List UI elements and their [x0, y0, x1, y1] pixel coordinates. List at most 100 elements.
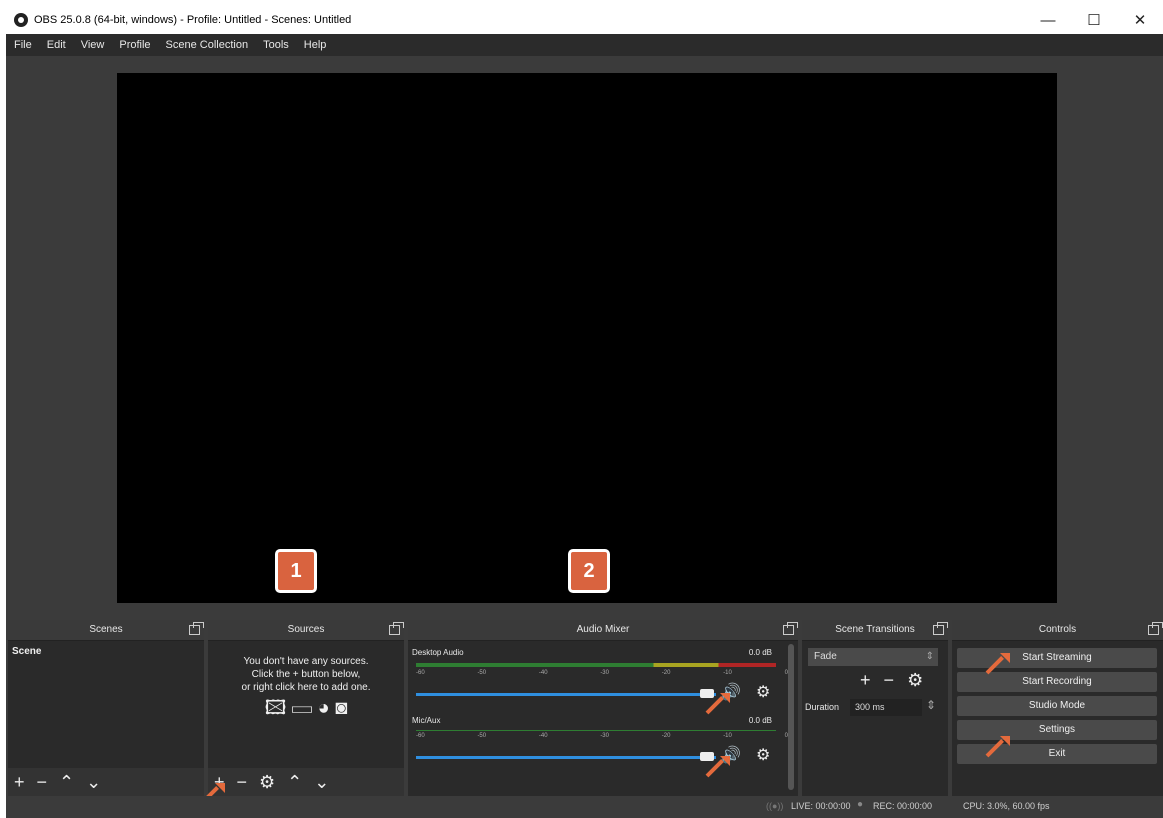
scenes-header: Scenes: [8, 620, 204, 641]
transition-select-value: Fade: [814, 651, 837, 662]
empty-line-3: or right click here to add one.: [241, 682, 371, 693]
menu-file[interactable]: File: [14, 39, 32, 51]
annotation-arrow: [705, 692, 731, 718]
title-bar: OBS 25.0.8 (64-bit, windows) - Profile: …: [6, 6, 1163, 34]
undock-icon[interactable]: [189, 622, 204, 635]
gear-icon[interactable]: ⚙: [259, 772, 275, 793]
remove-source-icon[interactable]: −: [237, 772, 248, 793]
tick-label: -40: [538, 733, 548, 739]
duration-input[interactable]: 300 ms: [850, 699, 922, 716]
gear-icon[interactable]: ⚙: [756, 682, 770, 702]
undock-icon[interactable]: [933, 622, 948, 635]
channel-name: Mic/Aux: [412, 716, 441, 725]
volume-meter: [416, 663, 776, 667]
remove-scene-icon[interactable]: −: [37, 772, 48, 793]
annotation-arrow: [985, 735, 1011, 761]
camera-icon: ◙: [335, 697, 348, 719]
controls-header: Controls: [952, 620, 1163, 641]
remove-transition-icon[interactable]: −: [884, 670, 895, 690]
move-up-icon[interactable]: ⌃: [287, 772, 302, 793]
tick-label: -30: [600, 670, 609, 676]
move-down-icon[interactable]: ⌄: [314, 772, 329, 793]
close-button[interactable]: ✕: [1117, 11, 1163, 29]
tick-label: -50: [477, 670, 487, 676]
scenes-toolbar: + − ⌃ ⌄: [8, 768, 204, 796]
volume-slider[interactable]: [416, 693, 716, 696]
mixer-header: Audio Mixer: [408, 620, 798, 641]
tick-label: -20: [661, 670, 671, 676]
tick-label: -30: [600, 733, 609, 739]
source-type-icons: 🖾 ▭ ◕ ◙: [208, 698, 404, 718]
tick-label: -10: [723, 733, 732, 739]
tick-label: -20: [661, 733, 671, 739]
menu-scene-collection[interactable]: Scene Collection: [166, 39, 249, 51]
sources-header: Sources: [208, 620, 404, 641]
live-timer: LIVE: 00:00:00: [791, 801, 851, 811]
tick-label: -60: [416, 670, 425, 676]
callout-2: 2: [568, 549, 610, 593]
menu-bar: File Edit View Profile Scene Collection …: [6, 34, 1163, 56]
minimize-button[interactable]: —: [1025, 12, 1071, 29]
menu-view[interactable]: View: [81, 39, 105, 51]
image-icon: 🖾: [264, 697, 287, 719]
tick-label: -50: [477, 733, 487, 739]
record-dot-icon: ●: [857, 799, 864, 810]
tick-label: -40: [538, 670, 548, 676]
menu-help[interactable]: Help: [304, 39, 327, 51]
transitions-title: Scene Transitions: [835, 624, 915, 635]
maximize-button[interactable]: ☐: [1071, 11, 1117, 29]
volume-meter: [416, 730, 776, 731]
rec-timer: REC: 00:00:00: [873, 801, 933, 811]
preview-canvas[interactable]: [117, 73, 1057, 603]
tick-label: -10: [723, 670, 732, 676]
undock-icon[interactable]: [1148, 622, 1163, 635]
empty-line-1: You don't have any sources.: [243, 656, 369, 667]
scene-list-item[interactable]: Scene: [8, 641, 204, 662]
channel-db: 0.0 dB: [748, 648, 772, 657]
annotation-arrow: [705, 755, 731, 781]
move-down-icon[interactable]: ⌄: [86, 772, 101, 793]
channel-db: 0.0 dB: [748, 716, 772, 725]
audio-mixer-dock: Audio Mixer Desktop Audio 0.0 dB -60 -50…: [408, 620, 798, 796]
menu-profile[interactable]: Profile: [119, 39, 150, 51]
scene-transitions-dock: Scene Transitions Fade ⇕ + − ⚙ Duration …: [802, 620, 948, 796]
globe-icon: ◕: [317, 697, 330, 719]
sources-empty-message[interactable]: You don't have any sources. Click the + …: [208, 655, 404, 718]
duration-label: Duration: [805, 702, 840, 712]
annotation-arrow: [985, 652, 1011, 678]
display-icon: ▭: [292, 697, 312, 719]
sources-dock: Sources You don't have any sources. Clic…: [208, 620, 404, 796]
sources-toolbar: + − ⚙ ⌃ ⌄: [208, 768, 404, 796]
sources-title: Sources: [287, 624, 325, 635]
meter-ticks: -60 -50 -40 -30 -20 -10 0: [416, 733, 788, 741]
transition-select[interactable]: Fade ⇕: [808, 648, 938, 666]
undock-icon[interactable]: [783, 622, 798, 635]
channel-name: Desktop Audio: [412, 648, 464, 657]
controls-title: Controls: [1038, 624, 1077, 635]
obs-logo-icon: [14, 13, 28, 27]
window-title: OBS 25.0.8 (64-bit, windows) - Profile: …: [34, 14, 352, 26]
menu-edit[interactable]: Edit: [47, 39, 66, 51]
controls-dock: Controls Start Streaming Start Recording…: [952, 620, 1163, 796]
callout-1: 1: [275, 549, 317, 593]
spinner-icon[interactable]: ⇕: [926, 698, 936, 712]
scenes-dock: Scenes Scene + − ⌃ ⌄: [8, 620, 204, 796]
gear-icon[interactable]: ⚙: [907, 670, 923, 690]
cpu-fps: CPU: 3.0%, 60.00 fps: [963, 801, 1050, 811]
transitions-header: Scene Transitions: [802, 620, 948, 641]
studio-mode-button[interactable]: Studio Mode: [957, 696, 1157, 716]
move-up-icon[interactable]: ⌃: [59, 772, 74, 793]
meter-ticks: -60 -50 -40 -30 -20 -10 0: [416, 670, 788, 678]
undock-icon[interactable]: [389, 622, 404, 635]
mixer-scrollbar[interactable]: [788, 644, 794, 790]
volume-slider[interactable]: [416, 756, 716, 759]
add-transition-icon[interactable]: +: [860, 670, 871, 690]
status-bar: ((●)) LIVE: 00:00:00 ● REC: 00:00:00 CPU…: [6, 796, 1163, 818]
transition-toolbar: + − ⚙: [860, 670, 923, 691]
add-scene-icon[interactable]: +: [14, 772, 25, 793]
empty-line-2: Click the + button below,: [251, 669, 361, 680]
scenes-title: Scenes: [89, 624, 123, 635]
broadcast-icon: ((●)): [766, 801, 784, 811]
gear-icon[interactable]: ⚙: [756, 745, 770, 765]
menu-tools[interactable]: Tools: [263, 39, 289, 51]
